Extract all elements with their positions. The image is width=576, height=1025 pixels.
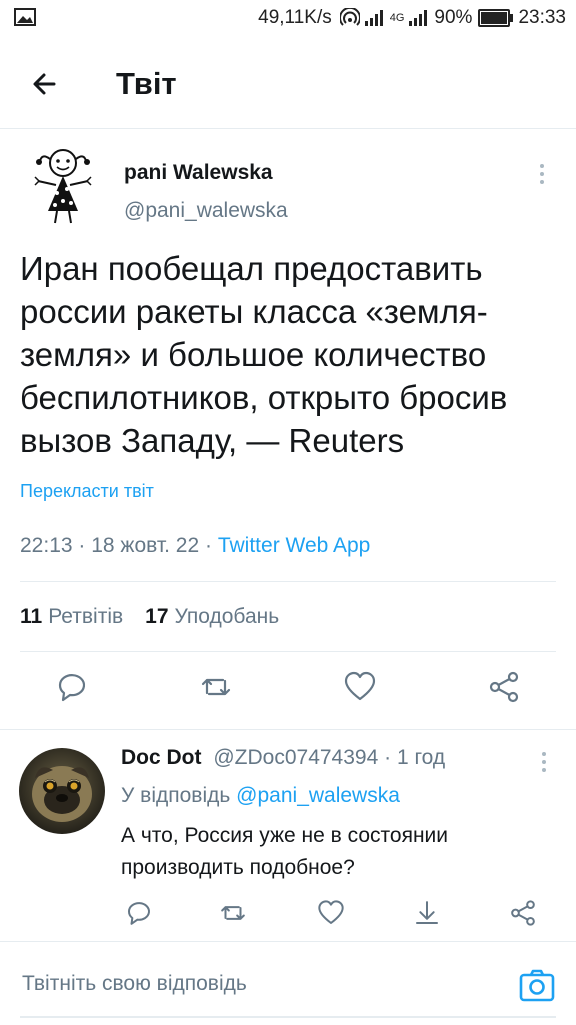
- heart-icon: [344, 671, 376, 701]
- reply-more-options-button[interactable]: [534, 748, 554, 776]
- camera-button[interactable]: [518, 966, 556, 1004]
- signal-icon: [364, 10, 383, 26]
- retweet-button[interactable]: [198, 669, 234, 705]
- retweets-stat[interactable]: 11 Ретвітів: [20, 605, 123, 629]
- more-options-button[interactable]: [532, 159, 552, 189]
- doodle-girl-avatar: [34, 149, 92, 224]
- reply-author-name[interactable]: Doc Dot: [121, 746, 202, 769]
- tweet-stats: 11 Ретвітів 17 Уподобань: [20, 605, 279, 629]
- reply-text: А что, Россия уже не в состоянии произво…: [121, 824, 449, 879]
- tweet-actions: [0, 669, 576, 713]
- divider: [20, 651, 556, 652]
- reply-like-button[interactable]: [316, 898, 346, 928]
- reply-time: 1 год: [396, 746, 446, 769]
- share-button[interactable]: [486, 669, 522, 705]
- arrow-left-icon: [33, 73, 56, 95]
- compose-underline: [20, 1016, 556, 1018]
- meta-separator: ·: [78, 534, 92, 557]
- share-icon: [489, 671, 519, 703]
- comment-icon: [58, 674, 86, 702]
- likes-stat[interactable]: 17 Уподобань: [145, 605, 279, 629]
- divider: [20, 581, 556, 582]
- more-vertical-icon: [542, 752, 546, 772]
- status-bar: 49,11K/s 4G 90% 23:33: [0, 0, 576, 38]
- like-button[interactable]: [342, 669, 378, 705]
- network-speed: 49,11K/s: [258, 7, 332, 28]
- meta-separator: ·: [205, 534, 218, 557]
- tweet-meta: 22:13 · 18 жовт. 22 · Twitter Web App: [20, 534, 370, 558]
- meta-separator: ·: [384, 746, 397, 769]
- network-type: 4G: [389, 12, 405, 24]
- likes-count: 17: [145, 605, 169, 628]
- replying-to-mention[interactable]: @pani_walewska: [236, 784, 400, 807]
- replying-to-label: У відповідь: [121, 784, 231, 807]
- retweet-icon: [221, 906, 245, 920]
- reply-button[interactable]: [54, 669, 90, 705]
- retweet-icon: [201, 678, 231, 696]
- tweet-date: 18 жовт. 22: [91, 534, 200, 557]
- retweets-label: Ретвітів: [48, 605, 124, 628]
- reply-comment-button[interactable]: [124, 898, 154, 928]
- hotspot-icon: [339, 8, 360, 26]
- tweet-source[interactable]: Twitter Web App: [218, 534, 371, 557]
- pug-avatar: [19, 748, 105, 834]
- battery-percent: 90%: [434, 7, 473, 28]
- retweets-count: 11: [20, 605, 43, 628]
- tweet-time: 22:13: [20, 534, 73, 557]
- app-bar: Твіт: [0, 38, 576, 129]
- tweet-text: Иран пообещал предоставить россии ракеты…: [20, 250, 508, 459]
- reply-author-handle[interactable]: @ZDoc07474394: [213, 746, 378, 769]
- reply-compose-input[interactable]: Твітніть свою відповідь: [22, 972, 247, 996]
- comment-icon: [128, 902, 150, 925]
- reply-header: Doc Dot @ZDoc07474394 · 1 год: [121, 746, 445, 770]
- translate-tweet-link[interactable]: Перекласти твіт: [20, 481, 154, 502]
- author-avatar[interactable]: [20, 141, 106, 227]
- reply-download-button[interactable]: [412, 898, 442, 928]
- reply-retweet-button[interactable]: [218, 898, 248, 928]
- signal-icon-2: [409, 10, 428, 26]
- back-button[interactable]: [24, 62, 68, 106]
- clock: 23:33: [518, 7, 566, 28]
- share-icon: [511, 900, 535, 926]
- heart-icon: [318, 900, 344, 924]
- battery-icon: [478, 9, 514, 27]
- compose-reply-bar: Твітніть свою відповідь: [0, 941, 576, 1025]
- reply-tweet[interactable]: Doc Dot @ZDoc07474394 · 1 год У відповід…: [0, 730, 576, 940]
- author-name[interactable]: pani Walewska: [124, 161, 273, 185]
- reply-share-button[interactable]: [508, 898, 538, 928]
- reply-author-avatar[interactable]: [19, 748, 105, 834]
- replying-to: У відповідь @pani_walewska: [121, 784, 400, 808]
- image-notification-icon: [14, 8, 36, 26]
- camera-icon: [519, 969, 555, 1002]
- likes-label: Уподобань: [174, 605, 280, 628]
- page-title: Твіт: [116, 66, 177, 101]
- more-vertical-icon: [540, 164, 544, 184]
- author-handle[interactable]: @pani_walewska: [124, 199, 288, 223]
- download-icon: [416, 901, 438, 924]
